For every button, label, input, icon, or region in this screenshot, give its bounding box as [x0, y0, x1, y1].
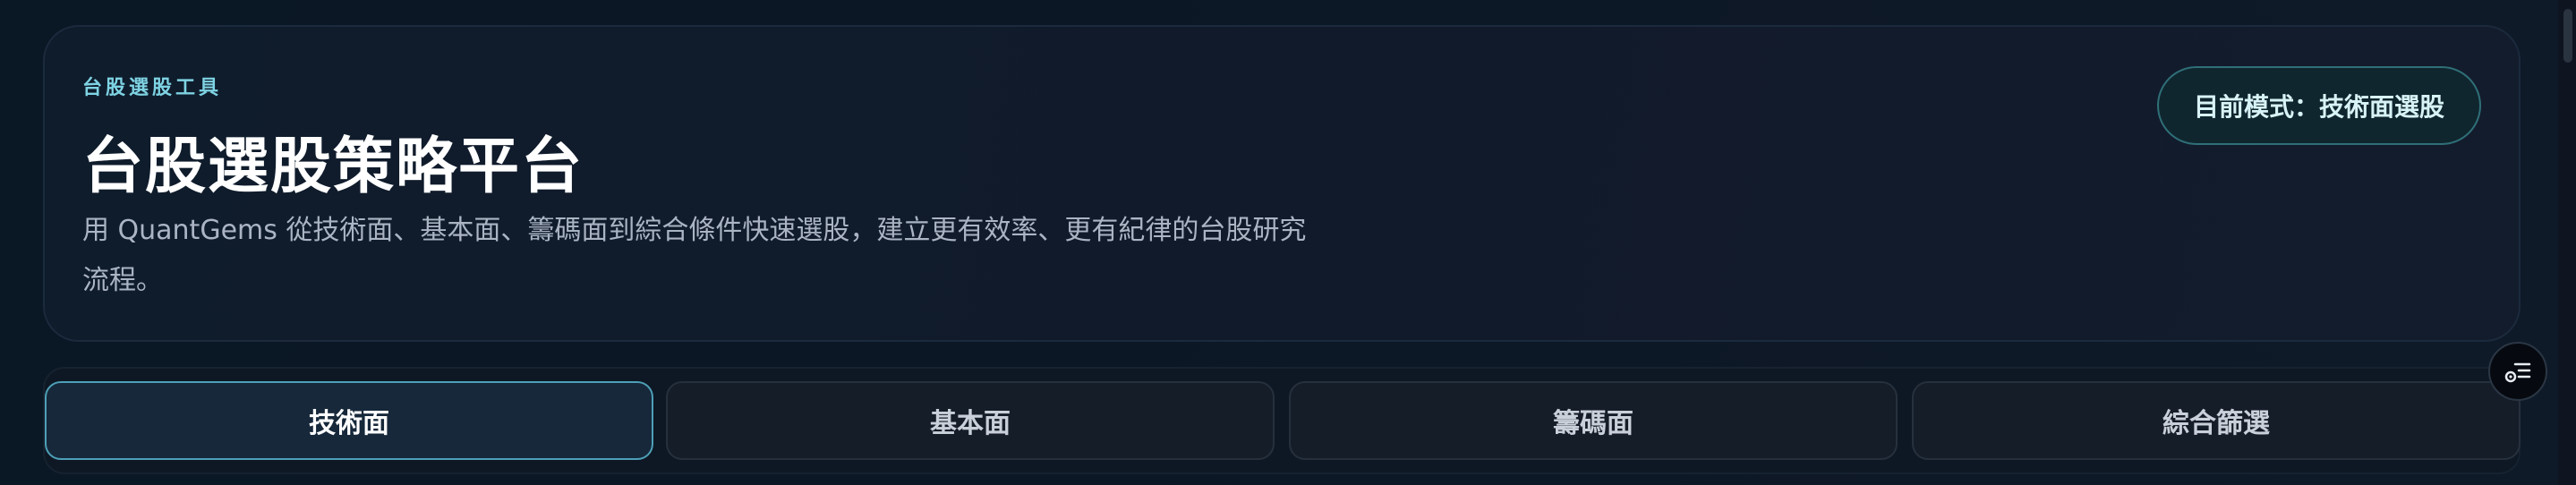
hero-card: 台股選股工具 台股選股策略平台 用 QuantGems 從技術面、基本面、籌碼面…	[43, 25, 2521, 342]
page: 台股選股工具 台股選股策略平台 用 QuantGems 從技術面、基本面、籌碼面…	[0, 0, 2576, 485]
tab-combined[interactable]: 綜合篩選	[1912, 381, 2521, 460]
scrollbar-thumb[interactable]	[2563, 9, 2572, 63]
page-description: 用 QuantGems 從技術面、基本面、籌碼面到綜合條件快速選股，建立更有效率…	[82, 215, 1307, 296]
filter-list-icon	[2504, 362, 2531, 383]
current-mode-badge: 目前模式：技術面選股	[2157, 66, 2481, 145]
strategy-tabs: 技術面 基本面 籌碼面 綜合篩選	[43, 367, 2521, 474]
filter-menu-button[interactable]	[2488, 342, 2547, 401]
scrollbar[interactable]	[2558, 0, 2576, 485]
eyebrow-label: 台股選股工具	[82, 77, 223, 99]
tab-technical[interactable]: 技術面	[45, 381, 653, 460]
page-title: 台股選股策略平台	[82, 132, 584, 202]
tab-fundamental[interactable]: 基本面	[666, 381, 1275, 460]
tab-chips[interactable]: 籌碼面	[1289, 381, 1898, 460]
